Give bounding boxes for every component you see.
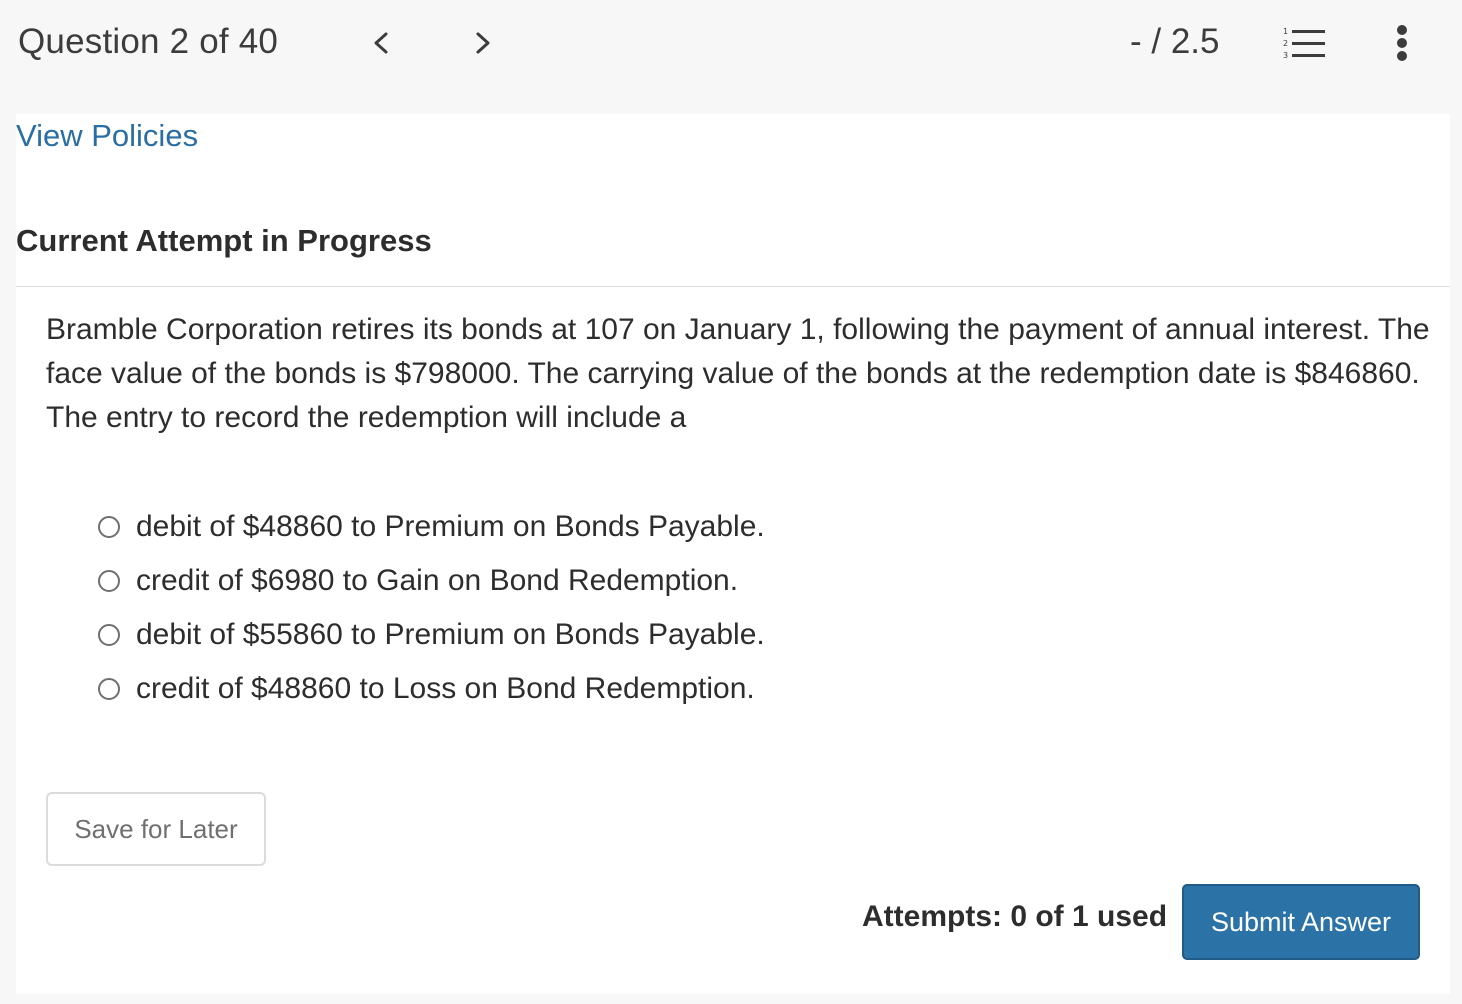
top-bar: Question 2 of 40 - / 2.5 1 2 3 <box>0 0 1462 88</box>
more-options-button[interactable] <box>1388 24 1416 64</box>
chevron-right-icon <box>476 32 490 54</box>
question-panel: View Policies Current Attempt in Progres… <box>16 114 1450 994</box>
radio-button[interactable] <box>98 624 120 646</box>
chevron-left-icon <box>374 32 388 54</box>
previous-question-button[interactable] <box>364 26 398 60</box>
answer-choice[interactable]: debit of $55860 to Premium on Bonds Paya… <box>98 608 765 662</box>
answer-choice-label: debit of $48860 to Premium on Bonds Paya… <box>136 510 765 543</box>
save-for-later-button[interactable]: Save for Later <box>46 792 266 866</box>
question-list-button[interactable]: 1 2 3 <box>1283 25 1327 61</box>
svg-text:2: 2 <box>1283 39 1288 48</box>
divider <box>16 286 1450 287</box>
next-question-button[interactable] <box>466 26 500 60</box>
answer-choice[interactable]: debit of $48860 to Premium on Bonds Paya… <box>98 500 765 554</box>
svg-text:1: 1 <box>1283 27 1288 36</box>
score-display: - / 2.5 <box>1130 22 1220 61</box>
submit-answer-button[interactable]: Submit Answer <box>1182 884 1420 960</box>
more-vertical-icon <box>1397 25 1407 61</box>
attempt-status-heading: Current Attempt in Progress <box>16 223 432 258</box>
view-policies-link[interactable]: View Policies <box>16 118 198 154</box>
answer-choice-label: credit of $6980 to Gain on Bond Redempti… <box>136 564 739 597</box>
svg-text:3: 3 <box>1283 51 1288 60</box>
radio-button[interactable] <box>98 678 120 700</box>
answer-choice-label: credit of $48860 to Loss on Bond Redempt… <box>136 672 755 705</box>
question-counter: Question 2 of 40 <box>18 22 279 61</box>
attempts-counter: Attempts: 0 of 1 used <box>862 900 1168 933</box>
answer-choices: debit of $48860 to Premium on Bonds Paya… <box>98 500 765 716</box>
answer-choice[interactable]: credit of $6980 to Gain on Bond Redempti… <box>98 554 765 608</box>
numbered-list-icon: 1 2 3 <box>1283 27 1325 60</box>
radio-button[interactable] <box>98 570 120 592</box>
answer-choice[interactable]: credit of $48860 to Loss on Bond Redempt… <box>98 662 765 716</box>
radio-button[interactable] <box>98 516 120 538</box>
question-text: Bramble Corporation retires its bonds at… <box>46 313 1430 434</box>
answer-choice-label: debit of $55860 to Premium on Bonds Paya… <box>136 618 765 651</box>
